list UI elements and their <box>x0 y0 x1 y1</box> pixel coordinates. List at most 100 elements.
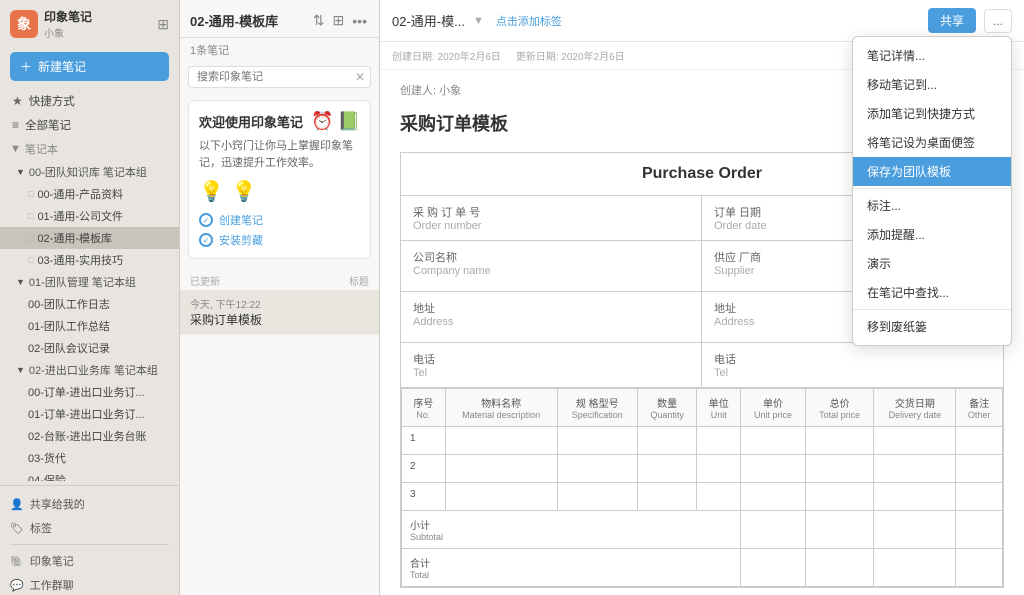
clock-icon: ⏰ <box>311 111 333 132</box>
tag-add-label[interactable]: 点击添加标签 <box>496 16 562 28</box>
breadcrumb: 02-通用-模... <box>392 11 465 30</box>
total-total-price <box>805 549 873 587</box>
note-list-actions: ⇅ ⊞ ••• <box>311 10 369 31</box>
col-material: 物料名称 Material description <box>445 389 557 427</box>
notebook-01-office[interactable]: □ 01-通用-公司文件 <box>0 205 179 227</box>
check-circle-1: ✓ <box>199 213 213 227</box>
notebook-02-trade[interactable]: ▼ 02-进出口业务库 笔记本组 <box>0 359 179 381</box>
more-options-button[interactable]: ... <box>984 9 1012 33</box>
star-icon: ★ <box>12 94 23 108</box>
notebook-00-order[interactable]: 00-订单-进出口业务订... <box>0 381 179 403</box>
plus-icon: ＋ <box>20 58 32 75</box>
total-delivery <box>874 549 956 587</box>
book-icon-3: □ <box>28 233 33 243</box>
menu-item-desktop-widget[interactable]: 将笔记设为桌面便签 <box>853 128 1011 157</box>
sidebar-toggle-icon[interactable]: ⊞ <box>157 16 169 33</box>
row2-spec <box>557 455 637 483</box>
notebook-01-summary[interactable]: 01-团队工作总结 <box>0 315 179 337</box>
search-input[interactable] <box>188 66 371 88</box>
col-delivery: 交货日期 Delivery date <box>874 389 956 427</box>
sidebar-item-shortcuts[interactable]: ★ 快捷方式 <box>0 89 179 113</box>
notebook-00-diary[interactable]: 00-团队工作日志 <box>0 293 179 315</box>
po-tel2-cell: 电话 Tel <box>702 343 1003 387</box>
welcome-icons: ⏰ 📗 <box>311 111 360 132</box>
row2-unit <box>697 455 741 483</box>
search-clear-icon[interactable]: ✕ <box>355 70 365 84</box>
sidebar-item-chat[interactable]: 💬 工作群聊 <box>10 573 169 595</box>
sidebar-item-tags[interactable]: 🏷 标签 <box>10 516 169 540</box>
total-label-cell: 合计 Total <box>402 549 741 587</box>
notebook-01-mgmt[interactable]: ▼ 01-团队管理 笔记本组 <box>0 271 179 293</box>
po-order-number-label: 采 购 订 单 号 <box>413 204 689 220</box>
note-count: 1条笔记 <box>180 38 379 62</box>
sidebar-item-shared[interactable]: 👤 共享给我的 <box>10 492 169 516</box>
row1-unit-price <box>741 427 806 455</box>
created-date: 创建日期: 2020年2月6日 <box>392 52 501 63</box>
row3-delivery <box>874 483 956 511</box>
row2-material <box>445 455 557 483</box>
toolbar-left: 02-通用-模... ▼ <box>392 11 484 30</box>
book-icon: □ <box>28 189 33 199</box>
main-content: 02-通用-模... ▼ 点击添加标签 共享 ... 创建日期: 2020年2月… <box>380 0 1024 595</box>
install-clipper-action[interactable]: ✓ 安装剪藏 <box>199 232 360 248</box>
note-list-header: 02-通用-模板库 ⇅ ⊞ ••• <box>180 0 379 38</box>
sidebar-footer: 👤 共享给我的 🏷 标签 🐘 印象笔记 💬 工作群聊 <box>0 485 179 595</box>
welcome-actions: ✓ 创建笔记 ✓ 安装剪藏 <box>199 212 360 248</box>
row3-no: 3 <box>402 483 446 511</box>
note-list-more-button[interactable]: ••• <box>350 10 369 31</box>
notebook-04-insurance[interactable]: 04-保险 <box>0 469 179 481</box>
row1-unit <box>697 427 741 455</box>
view-toggle-button[interactable]: ⊞ <box>331 10 347 31</box>
notebook-01-order[interactable]: 01-订单-进出口业务订... <box>0 403 179 425</box>
notebook-02-account[interactable]: 02-台账-进出口业务台账 <box>0 425 179 447</box>
table-row: 2 <box>402 455 1003 483</box>
new-note-button[interactable]: ＋ 新建笔记 <box>10 52 169 81</box>
total-other <box>956 549 1003 587</box>
po-order-number-sub: Order number <box>413 220 689 232</box>
row1-qty <box>637 427 697 455</box>
note-item-purchase-order[interactable]: 今天, 下午12:22 采购订单模板 <box>180 290 379 335</box>
menu-divider-1 <box>853 188 1011 189</box>
notebook-03-agent[interactable]: 03-货代 <box>0 447 179 469</box>
menu-item-save-template[interactable]: 保存为团队模板 <box>853 157 1011 186</box>
tag-icon: 🏷 <box>10 522 24 535</box>
menu-item-add-shortcut[interactable]: 添加笔记到快捷方式 <box>853 99 1011 128</box>
sidebar: 象 印象笔记 小象 ⊞ ＋ 新建笔记 ★ 快捷方式 ≡ 全部笔记 ▼ 笔记本 ▼ <box>0 0 180 595</box>
sort-button[interactable]: ⇅ <box>311 10 327 31</box>
total-unit-price <box>741 549 806 587</box>
col-total-price: 总价 Total price <box>805 389 873 427</box>
menu-item-annotate[interactable]: 标注... <box>853 191 1011 220</box>
col-spec: 规 格型号 Specification <box>557 389 637 427</box>
notebook-00-product[interactable]: □ 00-通用-产品资料 <box>0 183 179 205</box>
sidebar-item-all-notes[interactable]: ≡ 全部笔记 <box>0 113 179 137</box>
create-note-action[interactable]: ✓ 创建笔记 <box>199 212 360 228</box>
col-other: 备注 Other <box>956 389 1003 427</box>
menu-item-trash[interactable]: 移到废纸篓 <box>853 312 1011 341</box>
menu-item-show[interactable]: 演示 <box>853 249 1011 278</box>
context-menu: 笔记详情... 移动笔记到... 添加笔记到快捷方式 将笔记设为桌面便签 保存为… <box>852 36 1012 346</box>
menu-item-move-note[interactable]: 移动笔记到... <box>853 70 1011 99</box>
po-table-header-row: 序号 No. 物料名称 Material description 规 格型号 S… <box>402 389 1003 427</box>
subtotal-delivery <box>874 511 956 549</box>
sort-divider: 已更新 标题 <box>180 267 379 290</box>
share-button[interactable]: 共享 <box>928 8 976 33</box>
col-no: 序号 No. <box>402 389 446 427</box>
row2-delivery <box>874 455 956 483</box>
note-item-title: 采购订单模板 <box>190 311 369 328</box>
notebook-02-template[interactable]: □ 02-通用-模板库 <box>0 227 179 249</box>
subtotal-other <box>956 511 1003 549</box>
subtotal-unit-price <box>741 511 806 549</box>
notebook-02-meeting[interactable]: 02-团队会议记录 <box>0 337 179 359</box>
sidebar-item-evernote[interactable]: 🐘 印象笔记 <box>10 549 169 573</box>
menu-item-search-in-note[interactable]: 在笔记中查找... <box>853 278 1011 307</box>
sidebar-notebooks-header[interactable]: ▼ 笔记本 <box>0 137 179 161</box>
po-tel1-cell: 电话 Tel <box>401 343 702 387</box>
folder-icon: ▼ <box>10 143 21 155</box>
notebook-00-team[interactable]: ▼ 00-团队知识库 笔记本组 <box>0 161 179 183</box>
menu-item-add-reminder[interactable]: 添加提醒... <box>853 220 1011 249</box>
menu-item-note-detail[interactable]: 笔记详情... <box>853 41 1011 70</box>
welcome-card-title: 欢迎使用印象笔记 ⏰ 📗 <box>199 111 360 132</box>
toolbar-dropdown-icon[interactable]: ▼ <box>473 15 484 27</box>
people-icon: 👤 <box>10 498 24 511</box>
notebook-03-skills[interactable]: □ 03-通用-实用技巧 <box>0 249 179 271</box>
